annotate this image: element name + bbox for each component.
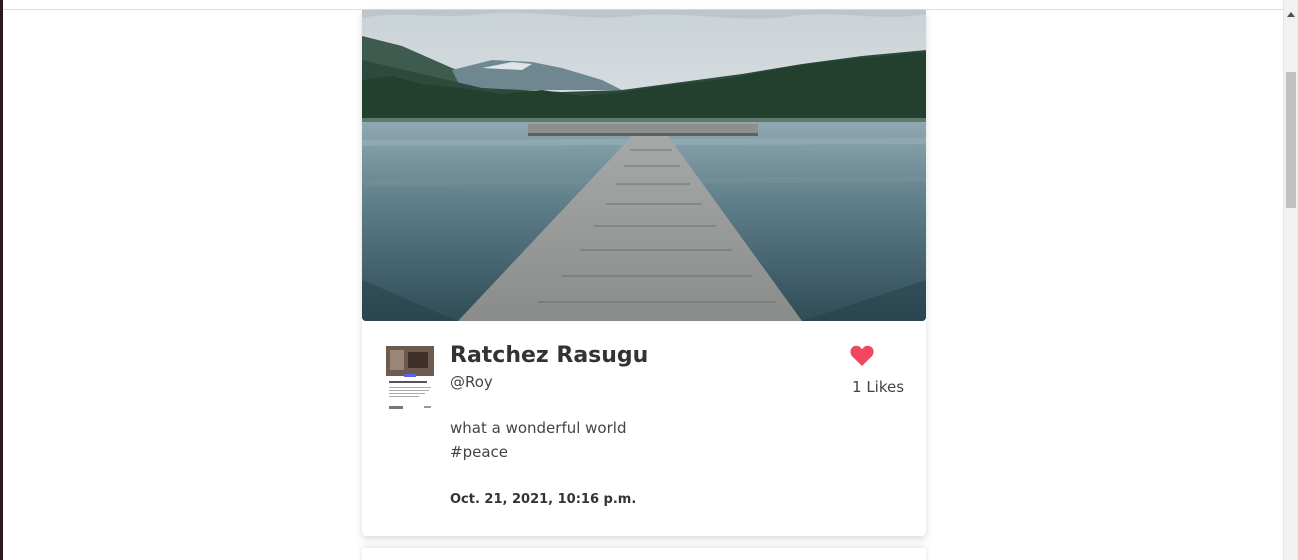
author-username[interactable]: @Roy bbox=[450, 373, 493, 391]
scrollbar-thumb[interactable] bbox=[1286, 72, 1296, 208]
author-avatar[interactable] bbox=[386, 346, 434, 412]
likes-count-label: Likes bbox=[866, 378, 905, 396]
likes-count: 1 Likes bbox=[852, 378, 904, 396]
post-hashtag[interactable]: #peace bbox=[450, 443, 508, 461]
scroll-up-arrow-icon[interactable] bbox=[1287, 12, 1295, 17]
like-button[interactable] bbox=[850, 345, 878, 369]
post-timestamp: Oct. 21, 2021, 10:16 p.m. bbox=[450, 492, 637, 507]
avatar-thumbnail bbox=[386, 346, 434, 412]
desktop-edge bbox=[0, 0, 3, 560]
post-card: Ratchez Rasugu @Roy what a wonderful wor… bbox=[362, 10, 926, 536]
author-name: Ratchez Rasugu bbox=[450, 343, 649, 368]
post-image bbox=[362, 10, 926, 321]
page-top-border bbox=[3, 0, 1283, 10]
page-scrollbar[interactable] bbox=[1283, 0, 1298, 560]
heart-icon bbox=[850, 345, 874, 366]
post-caption: what a wonderful world bbox=[450, 419, 627, 437]
likes-count-number: 1 bbox=[852, 378, 862, 396]
next-post-card bbox=[362, 548, 926, 560]
